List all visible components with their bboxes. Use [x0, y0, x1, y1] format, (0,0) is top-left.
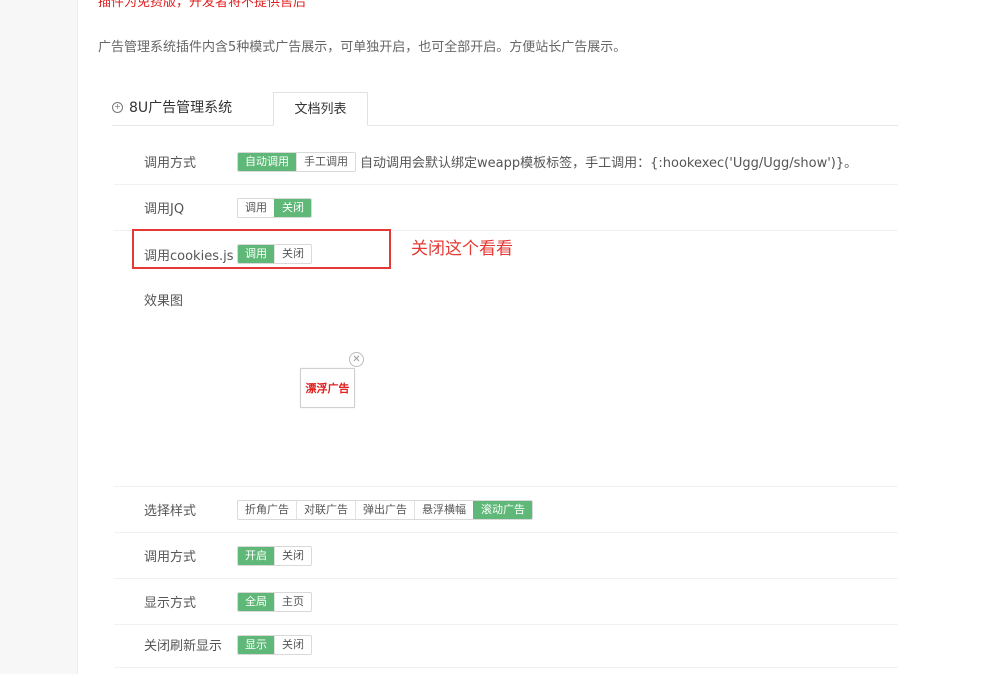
warning-text: 插件为免费版，开发者将不提供售后	[98, 0, 307, 10]
option-couplet-ad[interactable]: 对联广告	[296, 500, 355, 519]
effect-label: 效果图	[144, 294, 184, 309]
call-switch-label: 调用方式	[144, 550, 197, 565]
option-global[interactable]: 全局	[238, 592, 274, 611]
option-enable[interactable]: 开启	[238, 546, 274, 565]
call-mode-label: 调用方式	[144, 156, 197, 171]
option-corner-ad[interactable]: 折角广告	[238, 501, 296, 519]
option-floating-banner[interactable]: 悬浮横幅	[414, 500, 473, 519]
option-manual-call[interactable]: 手工调用	[296, 152, 355, 171]
jq-switch: 调用 关闭	[237, 197, 312, 218]
call-switch: 开启 关闭	[237, 545, 312, 566]
highlight-box	[132, 229, 391, 269]
option-jq-close[interactable]: 关闭	[274, 198, 311, 217]
option-show[interactable]: 显示	[238, 635, 274, 654]
circle-x-icon[interactable]: ✕	[349, 352, 364, 367]
left-gutter	[0, 0, 78, 674]
style-label: 选择样式	[144, 504, 197, 519]
row-display-mode: 显示方式 全局 主页	[114, 579, 898, 625]
option-scroll-ad[interactable]: 滚动广告	[473, 500, 532, 519]
row-call-mode: 调用方式 自动调用 手工调用 自动调用会默认绑定weapp模板标签，手工调用：{…	[114, 139, 898, 185]
option-popup-ad[interactable]: 弹出广告	[355, 500, 414, 519]
option-close[interactable]: 关闭	[274, 635, 311, 654]
jq-label: 调用JQ	[144, 202, 185, 217]
row-jq: 调用JQ 调用 关闭	[114, 185, 898, 231]
row-style: 选择样式 折角广告 对联广告 弹出广告 悬浮横幅 滚动广告	[114, 487, 898, 533]
tab-doc-list[interactable]: 文档列表	[273, 92, 368, 126]
option-homepage[interactable]: 主页	[274, 592, 311, 611]
option-auto-call[interactable]: 自动调用	[238, 152, 296, 171]
style-switch: 折角广告 对联广告 弹出广告 悬浮横幅 滚动广告	[237, 499, 533, 520]
call-mode-note: 自动调用会默认绑定weapp模板标签，手工调用：{:hookexec('Ugg/…	[360, 156, 858, 171]
floating-ad-preview[interactable]: 漂浮广告	[300, 368, 355, 408]
row-call-switch: 调用方式 开启 关闭	[114, 533, 898, 579]
option-disable[interactable]: 关闭	[274, 546, 311, 565]
plugin-title-label: 8U广告管理系统	[129, 100, 233, 116]
annotation-text: 关闭这个看看	[411, 239, 513, 259]
intro-text: 广告管理系统插件内含5种模式广告展示，可单独开启，也可全部开启。方便站长广告展示…	[98, 40, 627, 55]
display-mode-label: 显示方式	[144, 596, 197, 611]
tab-divider	[112, 125, 898, 126]
plus-circle-icon: +	[112, 101, 123, 113]
call-mode-switch: 自动调用 手工调用	[237, 151, 356, 172]
option-jq-call[interactable]: 调用	[238, 199, 274, 217]
refresh-show-switch: 显示 关闭	[237, 634, 312, 655]
refresh-show-label: 关闭刷新显示	[144, 639, 223, 654]
plugin-title: + 8U广告管理系统	[112, 97, 232, 117]
display-mode-switch: 全局 主页	[237, 591, 312, 612]
row-refresh-show: 关闭刷新显示 显示 关闭	[114, 622, 898, 668]
